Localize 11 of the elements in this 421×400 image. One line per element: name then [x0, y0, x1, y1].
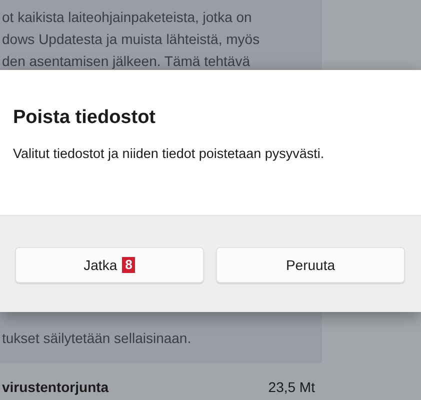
number-badge: 8: [122, 257, 136, 273]
dialog-button[interactable]: Jatka 8: [15, 247, 204, 283]
dialog-message: Valitut tiedostot ja niiden tiedot poistetaan pysyvästi.: [13, 145, 326, 163]
dialog-title: Poista tiedostot: [13, 106, 157, 130]
background-text: dows Updatesta ja muista lähteistä, myös: [2, 30, 261, 49]
background-text: den asentamisen jälkeen. Tämä tehtävä: [2, 52, 252, 71]
row-size: 23,5 Mt: [268, 378, 315, 397]
background-text: ot kaikista laiteohjainpaketeista, jotka on: [2, 8, 253, 27]
background-text: tukset säilytetään sellaisinaan.: [2, 329, 192, 348]
row-name: virustentorjunta: [2, 378, 109, 397]
dialog-button[interactable]: Peruuta: [216, 247, 405, 283]
